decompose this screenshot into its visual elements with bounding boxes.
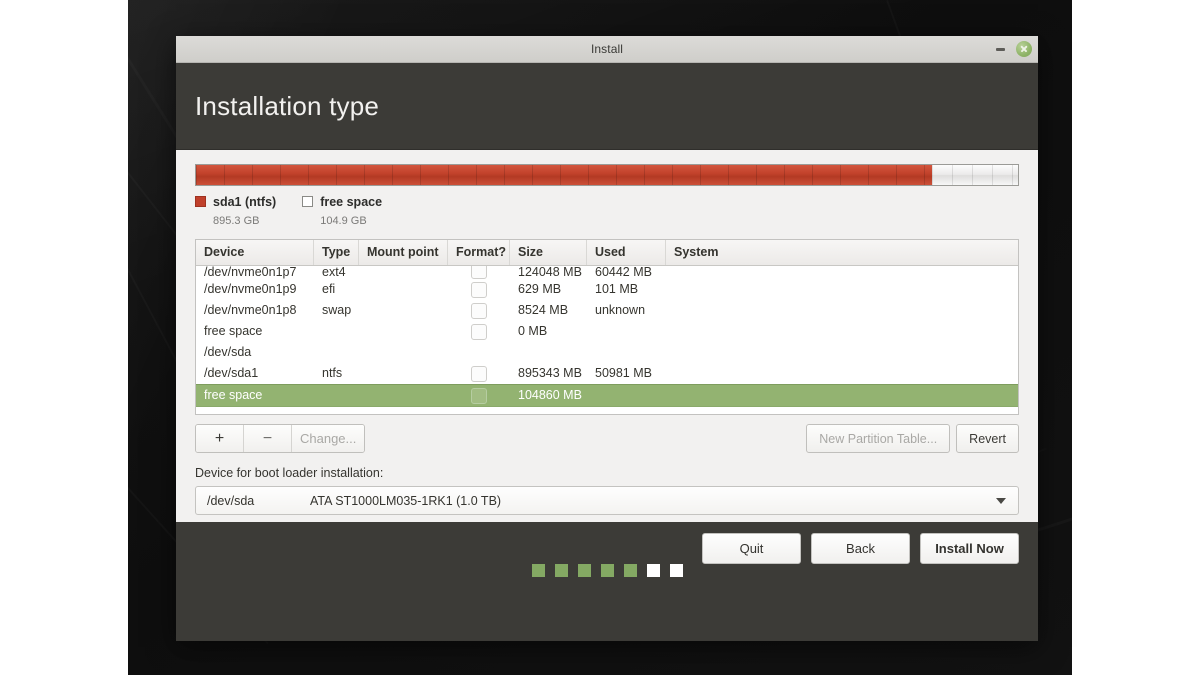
legend-label: free space — [320, 195, 382, 209]
table-row[interactable]: free space 0 MB — [196, 321, 1018, 342]
screen: Install Installation type sda1 (ntfs) 89… — [0, 0, 1200, 675]
legend-size: 895.3 GB — [213, 215, 259, 227]
installer-window: Install Installation type sda1 (ntfs) 89… — [176, 36, 1038, 641]
boot-loader-device-select[interactable]: /dev/sda ATA ST1000LM035-1RK1 (1.0 TB) — [195, 486, 1019, 515]
progress-dot-completed — [601, 564, 614, 577]
column-header-format[interactable]: Format? — [448, 240, 510, 265]
cell-format[interactable] — [448, 282, 510, 298]
cell-size: 0 MB — [510, 321, 587, 342]
cell-device: free space — [196, 321, 314, 342]
minimize-icon[interactable] — [993, 42, 1007, 56]
boot-loader-device: /dev/sda — [196, 494, 310, 508]
boot-loader-label: Device for boot loader installation: — [195, 466, 1019, 480]
format-checkbox[interactable] — [471, 366, 487, 382]
cell-used: 60442 MB — [587, 266, 666, 279]
table-body: /dev/nvme0n1p7ext4 124048 MB60442 MB/dev/… — [196, 266, 1018, 414]
partition-segment-sda1 — [196, 165, 932, 185]
close-icon[interactable] — [1016, 41, 1032, 57]
progress-dot-completed — [532, 564, 545, 577]
column-header-size[interactable]: Size — [510, 240, 587, 265]
partition-table: Device Type Mount point Format? Size Use… — [195, 239, 1019, 415]
boot-loader-device-description: ATA ST1000LM035-1RK1 (1.0 TB) — [310, 494, 501, 508]
cell-format[interactable] — [448, 303, 510, 319]
table-row[interactable]: free space 104860 MB — [196, 384, 1018, 407]
cell-used: unknown — [587, 300, 666, 321]
table-row[interactable]: /dev/nvme0n1p7ext4 124048 MB60442 MB — [196, 266, 1018, 279]
main-content: sda1 (ntfs) 895.3 GB free space 104.9 GB… — [176, 149, 1038, 522]
progress-dot-pending — [670, 564, 683, 577]
format-checkbox[interactable] — [471, 303, 487, 319]
partition-toolbar: + − Change... New Partition Table... Rev… — [195, 424, 1019, 453]
progress-dot-completed — [578, 564, 591, 577]
column-header-system[interactable]: System — [666, 240, 1018, 265]
page-header: Installation type — [176, 63, 1038, 149]
progress-dot-completed — [624, 564, 637, 577]
cell-device: /dev/nvme0n1p8 — [196, 300, 314, 321]
cell-format[interactable] — [448, 324, 510, 340]
cell-type: ext4 — [314, 266, 359, 279]
progress-dot-pending — [647, 564, 660, 577]
legend-swatch-icon — [302, 196, 313, 207]
cell-device: /dev/sda1 — [196, 363, 314, 384]
revert-button[interactable]: Revert — [956, 424, 1019, 453]
table-row[interactable]: /dev/sda — [196, 342, 1018, 363]
partition-usage-bar — [195, 164, 1019, 186]
chevron-down-icon[interactable] — [996, 498, 1006, 504]
window-titlebar: Install — [176, 36, 1038, 63]
column-header-mount-point[interactable]: Mount point — [359, 240, 448, 265]
table-row[interactable]: /dev/nvme0n1p8swap 8524 MBunknown — [196, 300, 1018, 321]
legend-size: 104.9 GB — [320, 215, 366, 227]
cell-used: 50981 MB — [587, 363, 666, 384]
legend-item: sda1 (ntfs) 895.3 GB — [195, 193, 276, 229]
format-checkbox[interactable] — [471, 324, 487, 340]
cell-format[interactable] — [448, 388, 510, 404]
cell-format[interactable] — [448, 266, 510, 279]
install-now-button[interactable]: Install Now — [920, 533, 1019, 564]
table-header-row: Device Type Mount point Format? Size Use… — [196, 240, 1018, 266]
page-title: Installation type — [195, 91, 379, 122]
table-row[interactable]: /dev/sda1ntfs 895343 MB50981 MB — [196, 363, 1018, 384]
column-header-device[interactable]: Device — [196, 240, 314, 265]
cell-device: free space — [196, 385, 314, 406]
cell-format[interactable] — [448, 366, 510, 382]
quit-button[interactable]: Quit — [702, 533, 801, 564]
cell-device: /dev/nvme0n1p7 — [196, 266, 314, 279]
format-checkbox[interactable] — [471, 388, 487, 404]
legend-swatch-icon — [195, 196, 206, 207]
cell-size: 8524 MB — [510, 300, 587, 321]
cell-size: 629 MB — [510, 279, 587, 300]
cell-size: 104860 MB — [510, 385, 587, 406]
cell-type: efi — [314, 279, 359, 300]
partition-segment-free — [932, 165, 1018, 185]
column-header-used[interactable]: Used — [587, 240, 666, 265]
add-partition-button[interactable]: + — [196, 425, 244, 452]
back-button[interactable]: Back — [811, 533, 910, 564]
cell-type: ntfs — [314, 363, 359, 384]
cell-type: swap — [314, 300, 359, 321]
partition-legend: sda1 (ntfs) 895.3 GB free space 104.9 GB — [195, 193, 1019, 229]
cell-size: 124048 MB — [510, 266, 587, 279]
cell-device: /dev/nvme0n1p9 — [196, 279, 314, 300]
cell-device: /dev/sda — [196, 342, 314, 363]
change-partition-button[interactable]: Change... — [292, 425, 364, 452]
progress-dots — [532, 564, 683, 577]
format-checkbox[interactable] — [471, 282, 487, 298]
partition-edit-button-group: + − Change... — [195, 424, 365, 453]
cell-used: 101 MB — [587, 279, 666, 300]
new-partition-table-button[interactable]: New Partition Table... — [806, 424, 950, 453]
legend-label: sda1 (ntfs) — [213, 195, 276, 209]
table-row[interactable]: /dev/nvme0n1p9efi 629 MB101 MB — [196, 279, 1018, 300]
remove-partition-button[interactable]: − — [244, 425, 292, 452]
window-controls — [993, 36, 1032, 62]
cell-size: 895343 MB — [510, 363, 587, 384]
column-header-type[interactable]: Type — [314, 240, 359, 265]
format-checkbox[interactable] — [471, 266, 487, 279]
progress-dot-completed — [555, 564, 568, 577]
legend-item: free space 104.9 GB — [302, 193, 382, 229]
window-title: Install — [591, 42, 623, 56]
navigation-buttons: Quit Back Install Now — [195, 533, 1019, 564]
